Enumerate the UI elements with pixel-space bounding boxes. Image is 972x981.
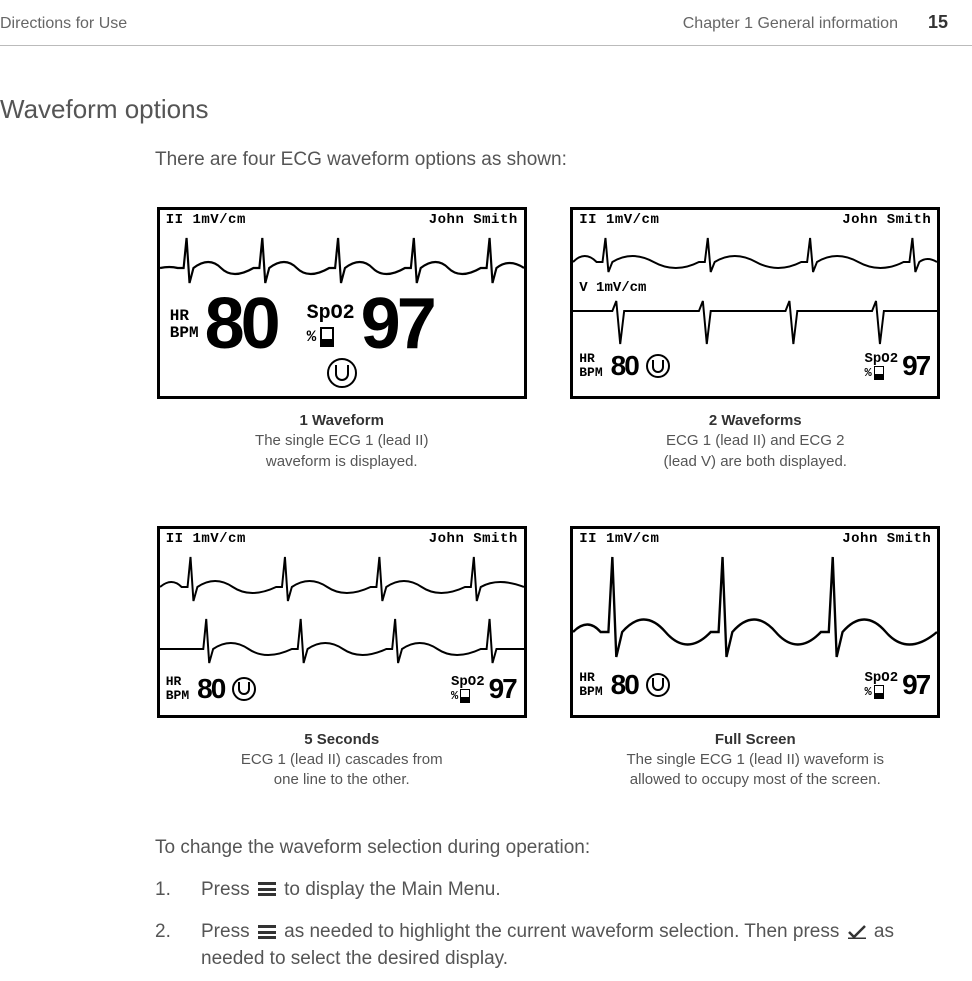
menu-icon	[258, 925, 276, 939]
ecg-waveform-1	[573, 228, 937, 280]
pacer-icon	[646, 673, 670, 697]
page-number: 15	[928, 12, 948, 33]
patient-name: John Smith	[842, 212, 931, 228]
lead-v-label: V 1mV/cm	[573, 280, 937, 296]
patient-name: John Smith	[429, 531, 518, 547]
patient-name: John Smith	[842, 531, 931, 547]
lead-label: II 1mV/cm	[579, 212, 659, 228]
lead-label: II 1mV/cm	[579, 531, 659, 547]
hr-value: 80	[197, 673, 224, 705]
caption-3: 5 Seconds ECG 1 (lead II) cascades from …	[241, 730, 443, 791]
signal-bar-icon	[874, 685, 884, 699]
lead-label: II 1mV/cm	[166, 212, 246, 228]
screen-full-screen: II 1mV/cm John Smith HRBPM 80	[570, 526, 940, 718]
hr-value: 80	[611, 669, 638, 701]
waveform-grid: II 1mV/cm John Smith HR BPM 80	[155, 207, 942, 791]
signal-bar-icon	[460, 689, 470, 703]
lead-label: II 1mV/cm	[166, 531, 246, 547]
hr-value: 80	[205, 296, 277, 354]
ecg-waveform-row1	[160, 547, 524, 609]
pacer-icon	[232, 677, 256, 701]
page-header: Directions for Use Chapter 1 General inf…	[0, 0, 972, 46]
caption-1: 1 Waveform The single ECG 1 (lead II) wa…	[255, 411, 428, 472]
ecg-waveform	[160, 228, 524, 290]
panel-5-seconds: II 1mV/cm John Smith HRBPM 80	[155, 526, 529, 791]
pacer-icon	[327, 358, 357, 388]
screen-5-seconds: II 1mV/cm John Smith HRBPM 80	[157, 526, 527, 718]
bpm-label: BPM	[170, 325, 199, 342]
chapter-title: Chapter 1 General information	[683, 15, 898, 33]
panel-full-screen: II 1mV/cm John Smith HRBPM 80	[569, 526, 943, 791]
spo2-value: 97	[902, 350, 929, 382]
check-icon	[848, 925, 866, 939]
hr-label: HR	[170, 308, 199, 325]
percent-label: %	[307, 328, 317, 346]
signal-bar-icon	[874, 366, 884, 380]
menu-icon	[258, 882, 276, 896]
signal-bar-icon	[320, 327, 334, 347]
panel-2-waveforms: II 1mV/cm John Smith V 1mV/cm HRBPM	[569, 207, 943, 472]
change-intro: To change the waveform selection during …	[155, 837, 942, 859]
screen-2-waveforms: II 1mV/cm John Smith V 1mV/cm HRBPM	[570, 207, 940, 399]
spo2-value: 97	[489, 673, 516, 705]
step-1: 1. Press to display the Main Menu.	[155, 877, 942, 904]
spo2-value: 97	[902, 669, 929, 701]
patient-name: John Smith	[429, 212, 518, 228]
pacer-icon	[646, 354, 670, 378]
intro-text: There are four ECG waveform options as s…	[155, 149, 942, 171]
spo2-label: SpO2	[307, 302, 355, 325]
doc-title: Directions for Use	[0, 15, 127, 33]
spo2-value: 97	[361, 296, 433, 354]
ecg-waveform-2	[573, 296, 937, 348]
step-2: 2. Press as needed to highlight the curr…	[155, 919, 942, 972]
screen-1-waveform: II 1mV/cm John Smith HR BPM 80	[157, 207, 527, 399]
hr-value: 80	[611, 350, 638, 382]
ecg-waveform-full	[573, 547, 937, 667]
caption-2: 2 Waveforms ECG 1 (lead II) and ECG 2 (l…	[664, 411, 847, 472]
panel-1-waveform: II 1mV/cm John Smith HR BPM 80	[155, 207, 529, 472]
ecg-waveform-row2	[160, 609, 524, 671]
section-heading: Waveform options	[0, 94, 972, 125]
caption-4: Full Screen The single ECG 1 (lead II) w…	[626, 730, 884, 791]
steps-list: 1. Press to display the Main Menu. 2. Pr…	[155, 877, 942, 973]
